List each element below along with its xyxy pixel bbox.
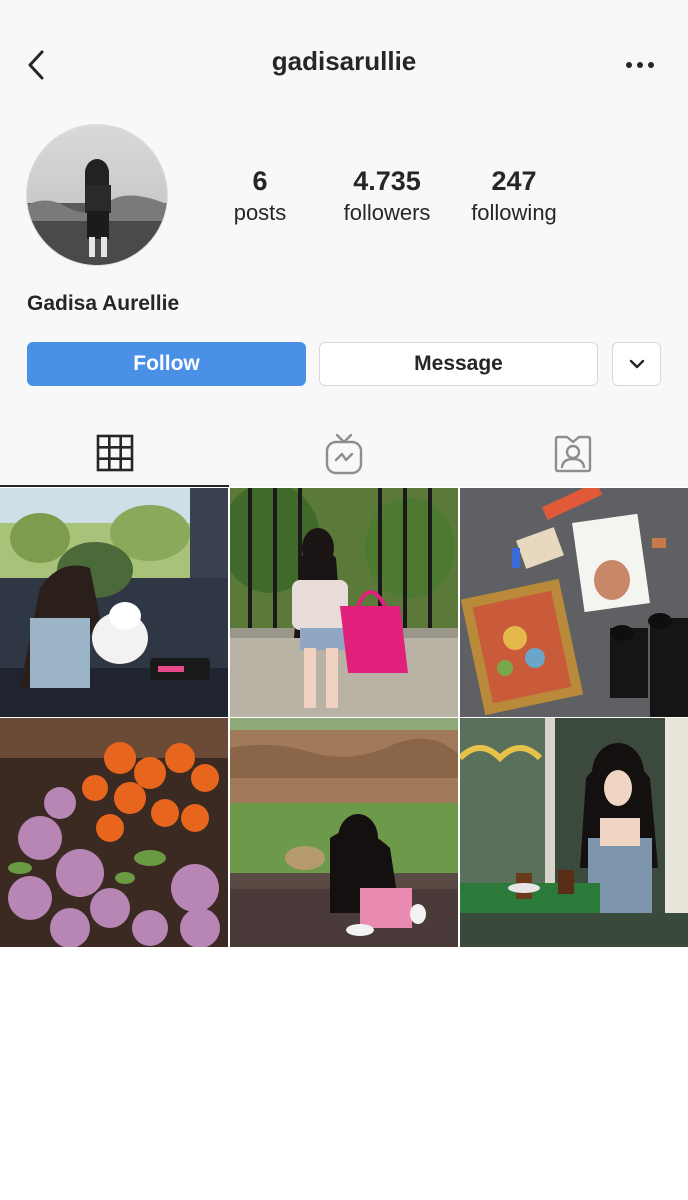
posts-count-value: 6 — [252, 166, 268, 196]
tab-igtv[interactable] — [229, 420, 458, 487]
photo-girl-at-zoo — [230, 718, 458, 947]
following-count[interactable]: 247 following — [444, 164, 584, 228]
post-thumbnail-5[interactable] — [230, 718, 458, 947]
profile-full-name: Gadisa Aurellie — [27, 292, 180, 315]
posts-grid — [0, 488, 688, 947]
profile-tabs — [0, 420, 688, 487]
tagged-user-icon — [554, 435, 591, 472]
photo-art-supplies-on-floor — [460, 488, 688, 717]
profile-username: gadisarullie — [271, 46, 417, 76]
message-button[interactable]: Message — [319, 342, 598, 386]
post-thumbnail-6[interactable] — [460, 718, 688, 947]
tab-tagged[interactable] — [458, 420, 687, 487]
post-thumbnail-2[interactable] — [230, 488, 458, 717]
post-thumbnail-1[interactable] — [0, 488, 228, 717]
posts-count: 6 posts — [190, 164, 330, 228]
top-nav-bar: gadisarullie — [0, 30, 688, 98]
more-options-button[interactable] — [622, 50, 658, 80]
photo-girl-at-cafe — [460, 718, 688, 947]
suggested-accounts-dropdown[interactable] — [612, 342, 661, 386]
followers-count-value: 4.735 — [353, 166, 421, 196]
tab-posts-grid[interactable] — [0, 420, 229, 487]
igtv-icon — [325, 433, 362, 474]
photo-rose-bouquet — [0, 718, 228, 947]
profile-avatar[interactable] — [26, 124, 168, 266]
photo-girl-with-dog-in-car — [0, 488, 228, 717]
following-count-value: 247 — [491, 166, 537, 196]
more-horizontal-icon — [626, 62, 654, 68]
photo-girl-with-pink-bag — [230, 488, 458, 717]
followers-count[interactable]: 4.735 followers — [317, 164, 457, 228]
posts-count-label: posts — [233, 200, 287, 225]
follow-button[interactable]: Follow — [27, 342, 306, 386]
following-count-label: following — [471, 200, 557, 225]
followers-count-label: followers — [343, 200, 431, 225]
post-thumbnail-4[interactable] — [0, 718, 228, 947]
chevron-left-icon — [28, 50, 44, 80]
back-button[interactable] — [22, 48, 52, 82]
chevron-down-icon — [629, 359, 644, 369]
post-thumbnail-3[interactable] — [460, 488, 688, 717]
grid-icon — [96, 434, 133, 471]
